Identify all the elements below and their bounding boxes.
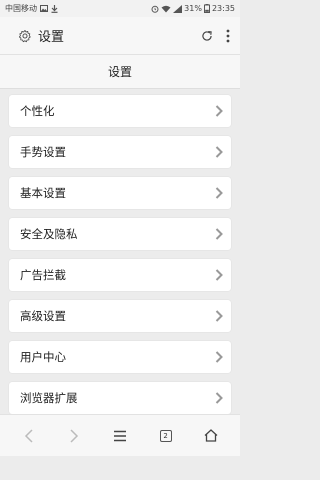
address-bar: 设置 (0, 17, 240, 55)
chevron-right-icon (215, 105, 223, 117)
menu-item-security-privacy[interactable]: 安全及隐私 (9, 218, 231, 250)
page-header: 设置 (0, 55, 240, 89)
tabs-button[interactable]: 2 (151, 421, 181, 451)
image-icon (40, 5, 48, 12)
menu-item-advanced-settings[interactable]: 高级设置 (9, 300, 231, 332)
menu-item-label: 广告拦截 (20, 268, 66, 282)
back-button[interactable] (14, 421, 44, 451)
refresh-icon[interactable] (200, 29, 214, 43)
wifi-icon (161, 5, 171, 13)
chevron-right-icon (215, 392, 223, 404)
forward-button[interactable] (59, 421, 89, 451)
chevron-right-icon (215, 146, 223, 158)
menu-item-browser-extensions[interactable]: 浏览器扩展 (9, 382, 231, 414)
battery-percent: 31% (184, 4, 202, 13)
chevron-right-icon (215, 310, 223, 322)
menu-button[interactable] (105, 421, 135, 451)
tabs-icon: 2 (159, 429, 172, 442)
battery-icon (203, 4, 210, 13)
more-vertical-icon[interactable] (226, 29, 230, 43)
menu-item-label: 个性化 (20, 104, 55, 118)
menu-icon (113, 430, 127, 442)
chevron-right-icon (215, 351, 223, 363)
forward-icon (69, 428, 79, 443)
menu-item-label: 安全及隐私 (20, 227, 78, 241)
menu-item-label: 用户中心 (20, 350, 66, 364)
gear-icon (18, 29, 32, 43)
bottom-navigation: 2 (0, 414, 240, 456)
clock: 23:35 (211, 4, 235, 13)
menu-item-label: 高级设置 (20, 309, 66, 323)
menu-item-ad-block[interactable]: 广告拦截 (9, 259, 231, 291)
home-button[interactable] (196, 421, 226, 451)
alarm-icon (151, 5, 159, 13)
menu-item-user-center[interactable]: 用户中心 (9, 341, 231, 373)
page-title: 设置 (107, 65, 132, 79)
menu-item-label: 浏览器扩展 (20, 391, 78, 405)
download-icon (51, 4, 58, 13)
address-field[interactable]: 设置 (10, 21, 200, 51)
settings-menu: 个性化 手势设置 基本设置 安全及隐私 广告拦截 高级设置 用户中心 浏览器扩展 (0, 95, 240, 414)
back-icon (24, 428, 34, 443)
menu-item-label: 手势设置 (20, 145, 66, 159)
menu-item-gesture-settings[interactable]: 手势设置 (9, 136, 231, 168)
status-bar: 中国移动 31% 23:35 (0, 0, 240, 17)
chevron-right-icon (215, 269, 223, 281)
menu-item-basic-settings[interactable]: 基本设置 (9, 177, 231, 209)
menu-item-personalization[interactable]: 个性化 (9, 95, 231, 127)
signal-icon (173, 4, 183, 13)
chevron-right-icon (215, 187, 223, 199)
chevron-right-icon (215, 228, 223, 240)
address-title: 设置 (38, 30, 65, 45)
system-gesture-area (0, 456, 240, 480)
menu-item-label: 基本设置 (20, 186, 66, 200)
home-icon (204, 429, 218, 442)
carrier-label: 中国移动 (5, 4, 37, 13)
